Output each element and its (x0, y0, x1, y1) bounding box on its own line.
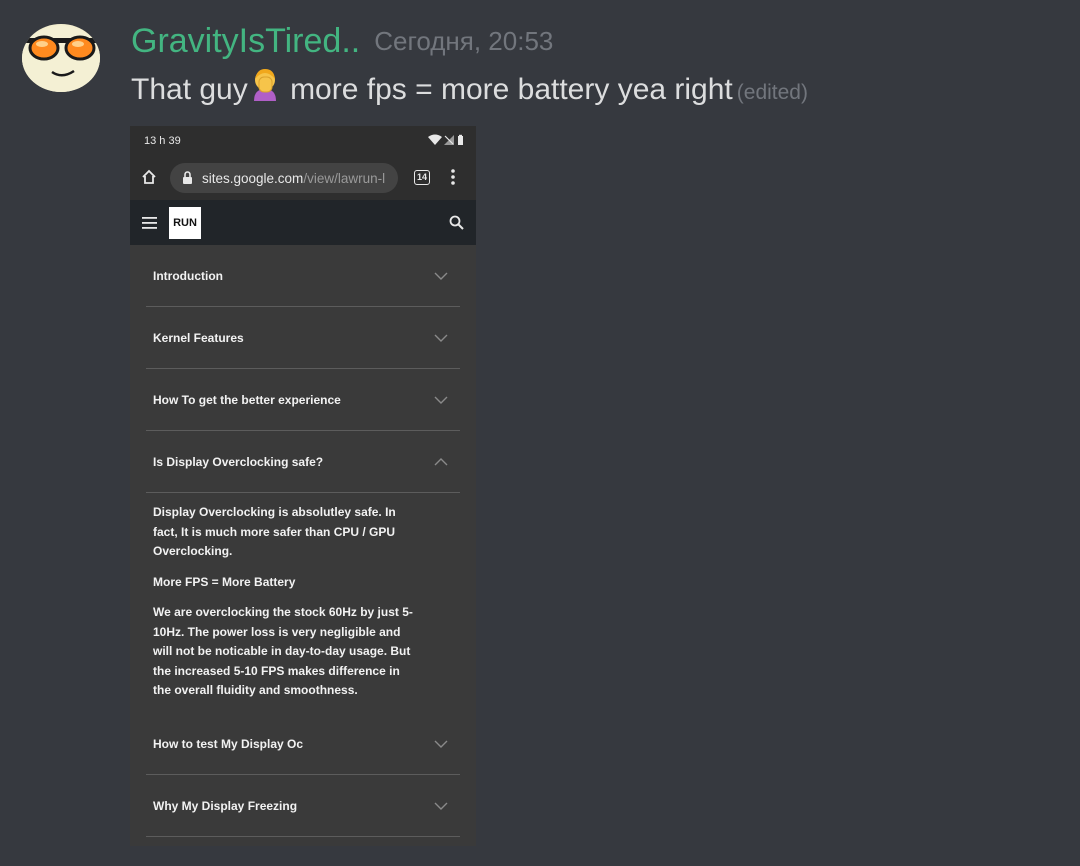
accordion-title: Kernel Features (153, 331, 244, 345)
menu-icon[interactable] (142, 217, 157, 229)
content-paragraph: More FPS = More Battery (153, 574, 296, 589)
site-header: RUN (130, 200, 476, 245)
timestamp: Сегодня, 20:53 (374, 26, 554, 56)
home-icon[interactable] (141, 169, 157, 185)
address-bar[interactable]: sites.google.com/view/lawrun-l (170, 163, 398, 193)
accordion-title: Why My Display Freezing (153, 799, 298, 813)
username[interactable]: GravityIsTired.. (131, 22, 360, 60)
accordion-title: How to test My Display Oc (153, 737, 304, 751)
chevron-down-icon (434, 334, 448, 342)
message-text-after: more fps = more battery yea right (281, 72, 733, 106)
accordion-item[interactable]: How To get the better experience (146, 369, 460, 431)
battery-icon (458, 136, 463, 145)
url-host: sites.google.com (202, 171, 304, 186)
accordion-top: Introduction Kernel Features How To get … (146, 245, 460, 712)
chevron-up-icon (434, 458, 448, 466)
status-bar: 13 h 39 (130, 126, 476, 156)
status-icons (428, 134, 464, 149)
browser-toolbar: sites.google.com/view/lawrun-l 14 (130, 156, 476, 200)
message-text: That guy more fps = more battery yea rig… (131, 67, 808, 112)
message-header: GravityIsTired.. Сегодня, 20:53 (131, 22, 553, 61)
wifi-icon (428, 134, 442, 145)
lock-icon (183, 171, 192, 184)
search-icon[interactable] (449, 215, 464, 230)
facepalm-emoji-icon (248, 67, 282, 109)
chevron-down-icon (434, 740, 448, 748)
tabs-count-icon[interactable]: 14 (414, 170, 430, 185)
attached-screenshot[interactable]: 13 h 39 sites.google.com/view/lawrun-l 1… (130, 126, 476, 846)
site-logo[interactable]: RUN (169, 207, 201, 239)
url-path: /view/lawrun-l (303, 171, 386, 186)
accordion-title: Introduction (153, 269, 223, 283)
accordion-item[interactable]: Introduction (146, 245, 460, 307)
edited-label: (edited) (736, 80, 808, 104)
accordion-item[interactable]: Kernel Features (146, 307, 460, 369)
status-time: 13 h 39 (144, 135, 181, 147)
chevron-down-icon (434, 272, 448, 280)
accordion-title: Is Display Overclocking safe? (153, 455, 324, 469)
chevron-down-icon (434, 802, 448, 810)
accordion-title: How To get the better experience (153, 393, 341, 407)
content-paragraph: We are overclocking the stock 60Hz by ju… (153, 605, 413, 697)
message-text-before: That guy (131, 72, 248, 106)
chevron-down-icon (434, 396, 448, 404)
more-options-icon[interactable] (450, 168, 456, 186)
accordion-item[interactable]: Why My Display Freezing (146, 775, 460, 837)
accordion-item[interactable]: How to test My Display Oc (146, 713, 460, 775)
accordion-bottom: How to test My Display Oc Why My Display… (146, 713, 460, 837)
accordion-content: Display Overclocking is absolutley safe.… (146, 493, 460, 701)
accordion-item-expanded[interactable]: Is Display Overclocking safe? (146, 431, 460, 493)
content-paragraph: Display Overclocking is absolutley safe.… (153, 505, 396, 558)
avatar[interactable] (22, 24, 100, 92)
url-text: sites.google.com/view/lawrun-l (202, 171, 385, 186)
